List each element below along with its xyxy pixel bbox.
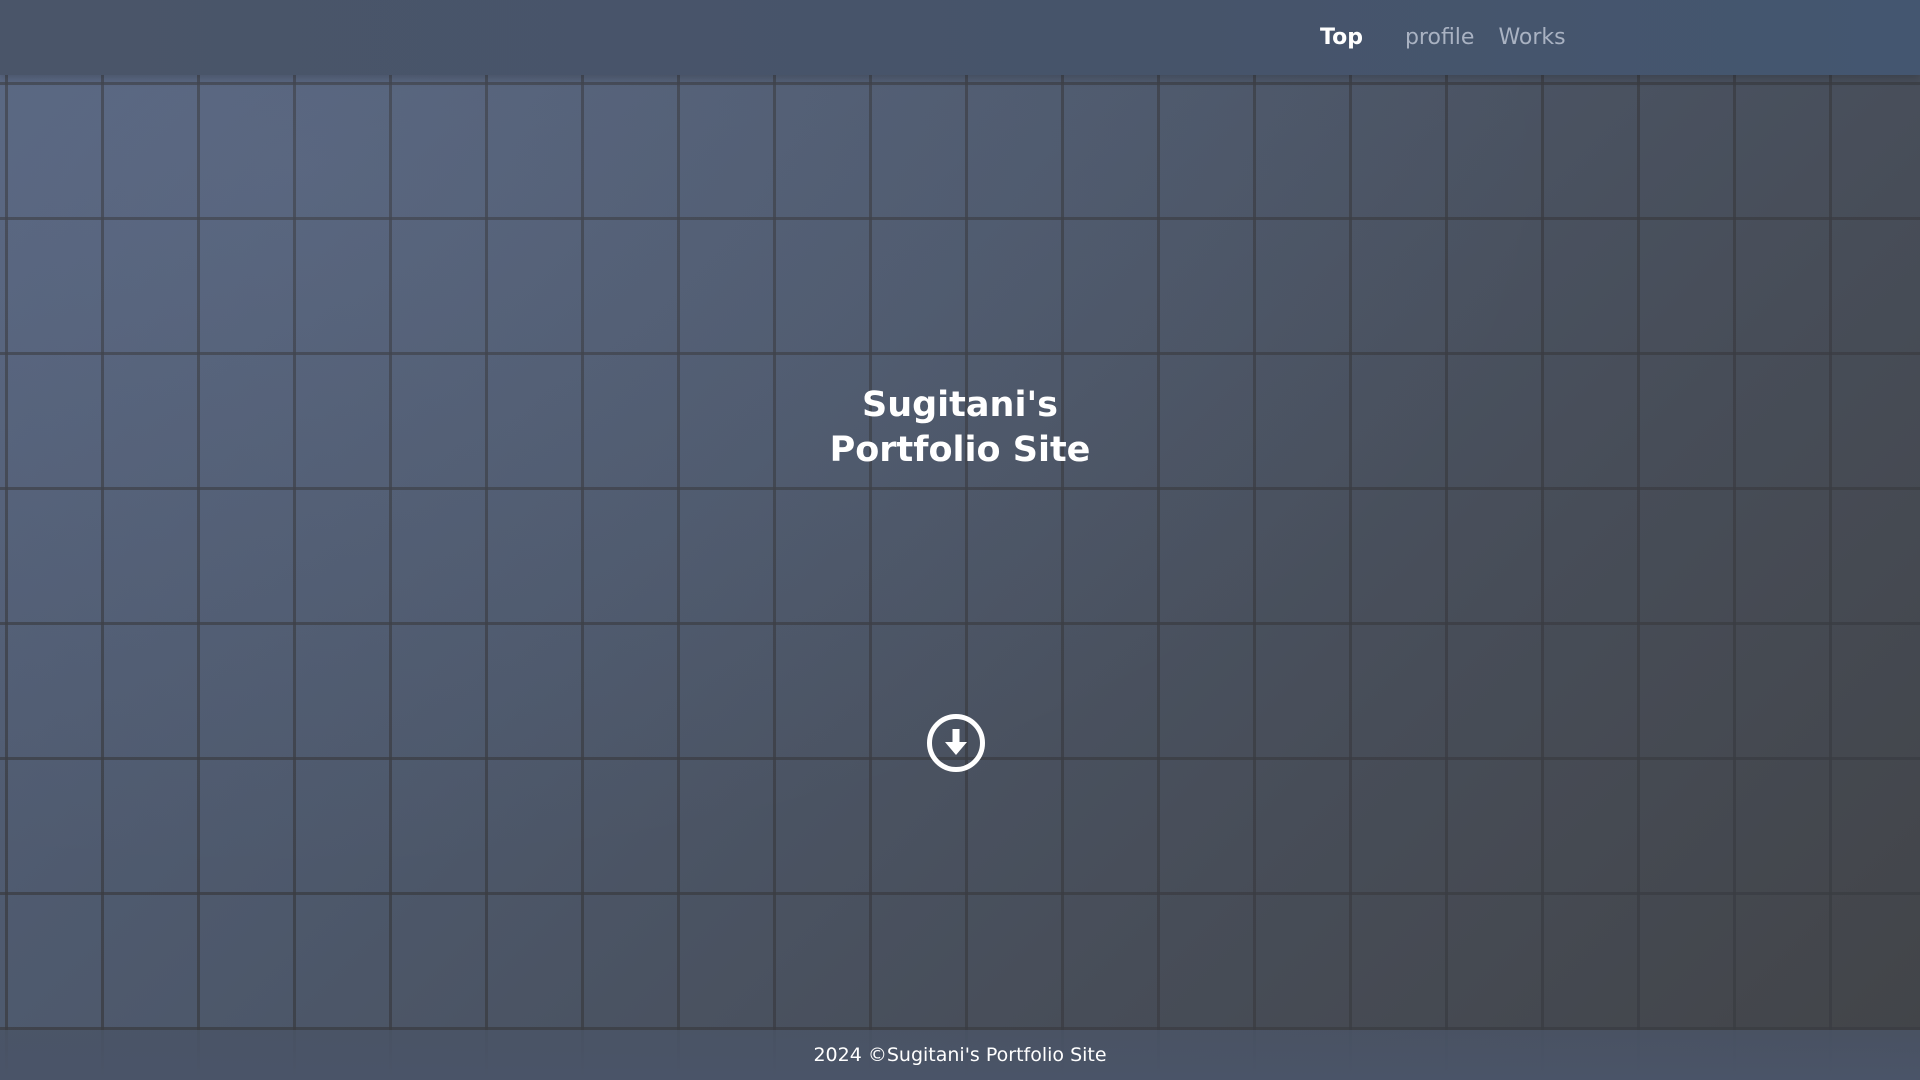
arrow-down-circle-icon xyxy=(927,714,985,772)
footer-copyright: 2024 ©Sugitani's Portfolio Site xyxy=(813,1044,1107,1066)
hero-title: Sugitani's Portfolio Site xyxy=(829,385,1091,471)
site-footer: 2024 ©Sugitani's Portfolio Site xyxy=(0,1030,1920,1080)
background-glare xyxy=(0,0,1920,1080)
nav-item-top[interactable]: Top xyxy=(1320,25,1363,50)
nav-item-works[interactable]: Works xyxy=(1498,25,1565,50)
nav-item-profile[interactable]: profile xyxy=(1405,25,1475,50)
page: Top profile Works Sugitani's Portfolio S… xyxy=(0,0,1920,1080)
main-nav: Top profile Works xyxy=(1320,0,1590,75)
scroll-down-button[interactable] xyxy=(926,713,986,773)
site-header: Top profile Works xyxy=(0,0,1920,75)
